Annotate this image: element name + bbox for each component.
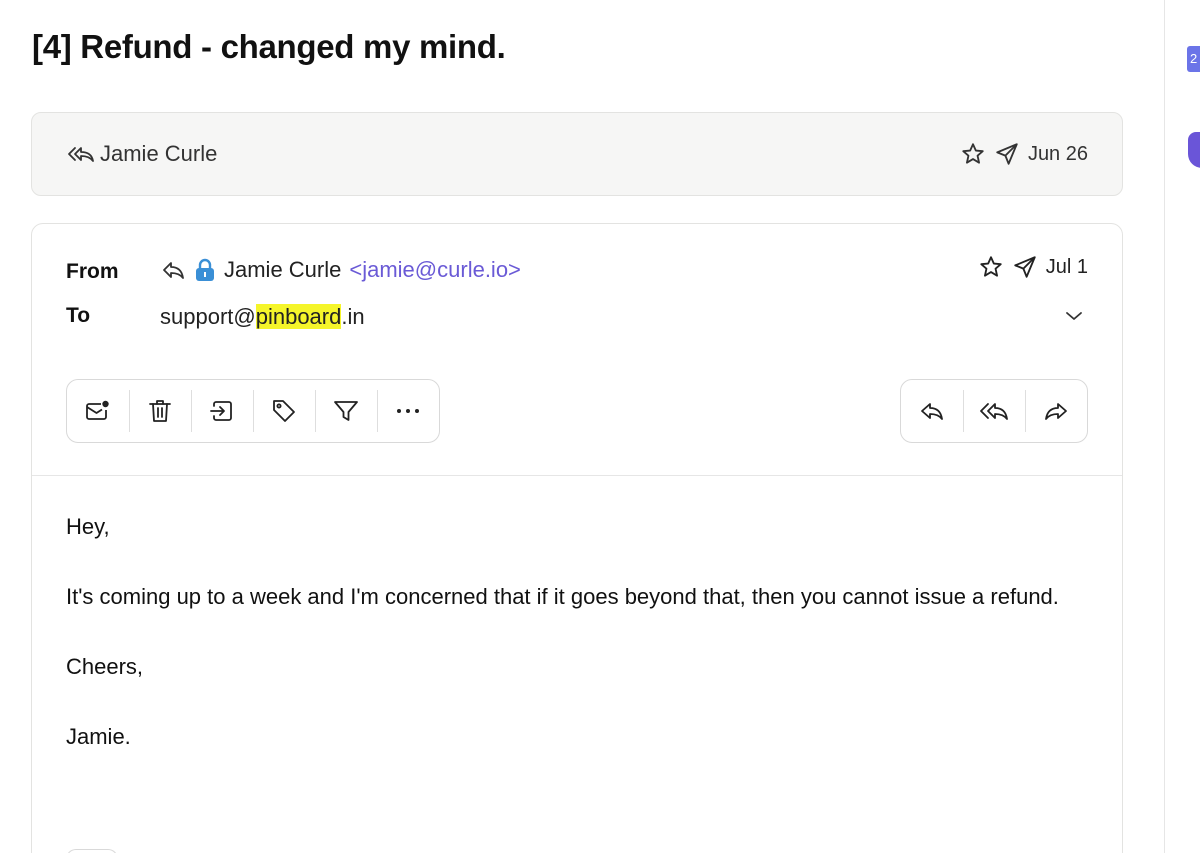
from-line: Jamie Curle <jamie@curle.io>	[160, 257, 521, 283]
message-body: Hey, It's coming up to a week and I'm co…	[66, 509, 1076, 789]
collapsed-meta: Jun 26	[960, 141, 1088, 167]
collapsed-message[interactable]: Jamie Curle Jun 26	[31, 112, 1123, 196]
more-button[interactable]	[377, 380, 439, 442]
move-button[interactable]	[191, 380, 253, 442]
forward-button[interactable]	[1025, 380, 1087, 442]
body-paragraph: Hey,	[66, 514, 110, 539]
message-date: Jul 1	[1045, 255, 1088, 278]
sent-icon	[994, 141, 1020, 167]
more-icon	[395, 407, 421, 415]
lock-icon	[194, 258, 216, 282]
reply-all-button[interactable]	[963, 380, 1025, 442]
move-to-folder-icon	[208, 398, 236, 424]
tag-button[interactable]	[253, 380, 315, 442]
delete-button[interactable]	[129, 380, 191, 442]
message-actions-toolbar	[66, 379, 440, 443]
reply-icon	[160, 259, 186, 281]
from-name[interactable]: Jamie Curle	[224, 257, 341, 283]
search-highlight: pinboard	[255, 304, 342, 329]
email-thread-view: [4] Refund - changed my mind. Jamie Curl…	[0, 0, 1164, 853]
chevron-down-icon[interactable]	[1060, 306, 1088, 326]
collapsed-date: Jun 26	[1027, 142, 1088, 165]
to-line: support@pinboard.in	[160, 304, 365, 330]
mark-unread-icon	[84, 398, 112, 424]
body-paragraph: It's coming up to a week and I'm concern…	[66, 584, 1059, 609]
filter-button[interactable]	[315, 380, 377, 442]
trash-icon	[147, 397, 173, 425]
reply-all-icon	[978, 399, 1010, 423]
body-paragraph: Jamie.	[66, 724, 131, 749]
right-rail: 2	[1164, 0, 1200, 853]
from-label: From	[66, 260, 119, 283]
page-title: [4] Refund - changed my mind.	[32, 28, 506, 65]
reply-all-icon	[66, 142, 96, 166]
star-icon[interactable]	[978, 254, 1004, 280]
to-prefix: support@	[160, 304, 256, 329]
forward-icon	[1042, 399, 1070, 423]
shield-icon[interactable]	[1188, 132, 1200, 168]
show-quoted-button[interactable]	[66, 849, 118, 853]
header-divider	[32, 475, 1122, 476]
tag-icon	[270, 397, 298, 425]
to-label: To	[66, 304, 91, 327]
reply-icon	[918, 399, 946, 423]
collapsed-sender: Jamie Curle	[66, 141, 217, 167]
star-icon[interactable]	[960, 141, 986, 167]
body-paragraph: Cheers,	[66, 654, 144, 679]
mark-unread-button[interactable]	[67, 380, 129, 442]
filter-icon	[332, 398, 360, 424]
reply-toolbar	[900, 379, 1088, 443]
rail-badge[interactable]: 2	[1187, 46, 1200, 72]
sent-icon	[1012, 254, 1038, 280]
expanded-message: From To Jamie Curle <jamie@curle.io> sup…	[31, 223, 1123, 853]
from-email[interactable]: <jamie@curle.io>	[349, 257, 521, 283]
reply-button[interactable]	[901, 380, 963, 442]
collapsed-sender-name: Jamie Curle	[100, 141, 218, 166]
to-suffix: .in	[341, 304, 365, 329]
message-meta: Jul 1	[978, 254, 1088, 280]
